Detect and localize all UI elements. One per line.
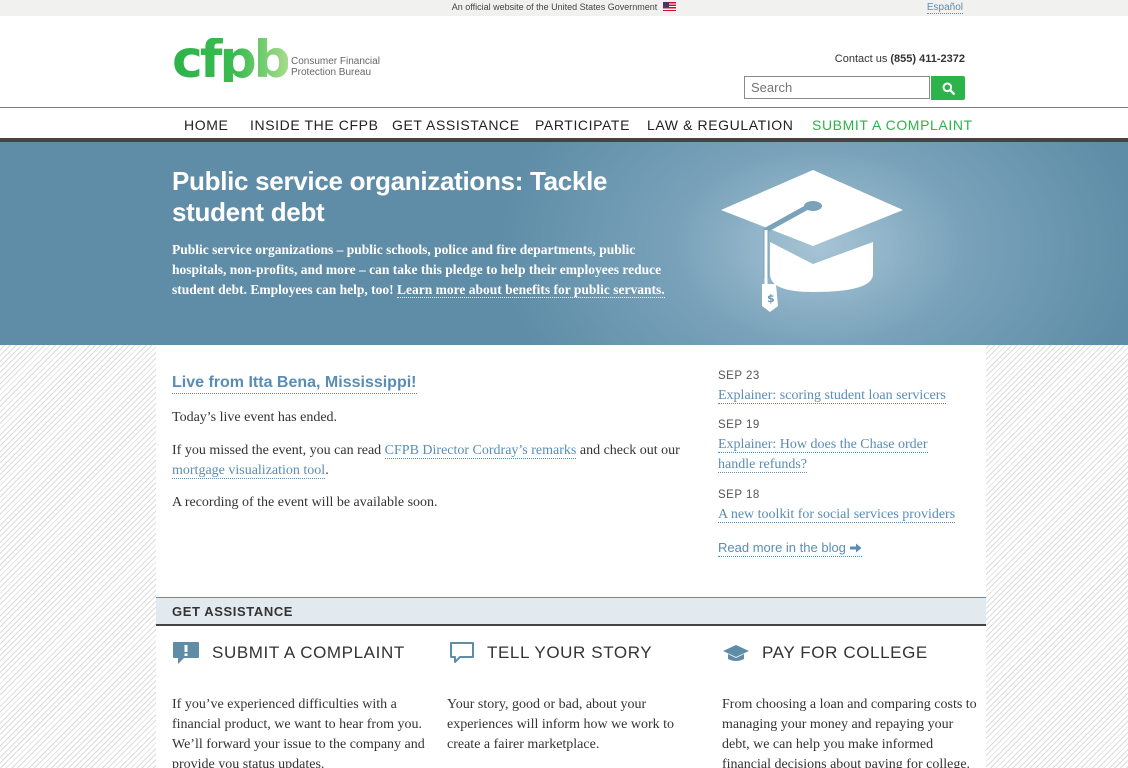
nav-home[interactable]: HOME (184, 117, 228, 133)
cfpb-logo[interactable]: cfpb (172, 30, 291, 92)
search-input[interactable] (744, 76, 930, 99)
event-recording-text: A recording of the event will be availab… (172, 495, 438, 510)
logo-wordmark: cfpb (172, 30, 291, 90)
speech-bubble-icon (450, 642, 474, 663)
blog-post-link[interactable]: Explainer: How does the Chase order hand… (718, 435, 948, 475)
main-navigation: HOME INSIDE THE CFPB GET ASSISTANCE PART… (0, 108, 1128, 142)
read-more-label: Read more in the blog (718, 540, 846, 555)
hero-text: Public service organizations – public sc… (172, 240, 692, 300)
missed-middle: and check out our (579, 443, 680, 458)
arrow-right-icon (849, 543, 862, 553)
contact-label: Contact us (834, 53, 888, 65)
hero-banner: Public service organizations: Tackle stu… (0, 142, 1128, 345)
hero-title: Public service organizations: Tackle stu… (172, 166, 608, 227)
column-text: If you’ve experienced difficulties with … (172, 697, 425, 768)
graduation-cap-icon (723, 645, 749, 661)
hero-learn-more-link[interactable]: Learn more about benefits for public ser… (397, 282, 665, 298)
read-more-blog-link[interactable]: Read more in the blog (718, 540, 862, 557)
blog-post-link[interactable]: Explainer: scoring student loan servicer… (718, 386, 968, 406)
logo-subtitle: Consumer Financial Protection Bureau (291, 56, 380, 78)
government-banner: An official website of the United States… (0, 0, 1128, 16)
blog-post-date: SEP 23 (718, 370, 760, 382)
column-title: SUBMIT A COMPLAINT (212, 643, 405, 662)
get-assistance-header: GET ASSISTANCE (156, 597, 986, 626)
blog-post-title: Explainer: scoring student loan servicer… (718, 388, 946, 404)
blog-post-date: SEP 18 (718, 489, 760, 501)
column-title: TELL YOUR STORY (487, 643, 653, 662)
column-text: From choosing a loan and comparing costs… (722, 697, 977, 768)
submit-complaint-link[interactable]: SUBMIT A COMPLAINT (172, 641, 405, 665)
graduation-cap-icon: $ (721, 170, 903, 312)
event-title-link[interactable]: Live from Itta Bena, Mississippi! (172, 373, 417, 394)
event-missed-paragraph: If you missed the event, you can read CF… (172, 441, 702, 481)
blog-post-date: SEP 19 (718, 419, 760, 431)
pay-for-college-link[interactable]: PAY FOR COLLEGE (722, 641, 928, 665)
blog-post-link[interactable]: A new toolkit for social services provid… (718, 505, 968, 525)
blog-post-title: Explainer: How does the Chase order hand… (718, 437, 928, 473)
contact-info: Contact us (855) 411-2372 (835, 53, 965, 65)
column-title: PAY FOR COLLEGE (762, 643, 928, 662)
espanol-link[interactable]: Español (926, 2, 963, 14)
nav-participate[interactable]: PARTICIPATE (535, 117, 630, 133)
missed-prefix: If you missed the event, you can read (172, 443, 382, 458)
nav-submit-a-complaint[interactable]: SUBMIT A COMPLAINT (812, 117, 973, 133)
blog-post-title: A new toolkit for social services provid… (718, 507, 956, 523)
search-button[interactable] (931, 76, 965, 100)
event-ended-text: Today’s live event has ended. (172, 410, 338, 425)
missed-suffix: . (325, 463, 329, 478)
cordray-remarks-link[interactable]: CFPB Director Cordray’s remarks (384, 443, 577, 459)
get-assistance-heading: GET ASSISTANCE (172, 604, 294, 619)
search-icon (942, 82, 955, 95)
us-flag-icon (663, 2, 677, 11)
nav-inside-the-cfpb[interactable]: INSIDE THE CFPB (250, 117, 379, 133)
svg-text:$: $ (767, 292, 775, 305)
nav-law-and-regulation[interactable]: LAW & REGULATION (647, 117, 794, 133)
main-content: Live from Itta Bena, Mississippi! Today’… (156, 345, 986, 768)
complaint-bubble-icon (173, 642, 199, 664)
column-text: Your story, good or bad, about your expe… (447, 697, 675, 752)
official-website-text: An official website of the United States… (451, 2, 658, 12)
nav-get-assistance[interactable]: GET ASSISTANCE (392, 117, 520, 133)
mortgage-visualization-link[interactable]: mortgage visualization tool (172, 463, 326, 479)
contact-phone[interactable]: (855) 411-2372 (890, 53, 965, 65)
tell-your-story-link[interactable]: TELL YOUR STORY (449, 641, 652, 665)
